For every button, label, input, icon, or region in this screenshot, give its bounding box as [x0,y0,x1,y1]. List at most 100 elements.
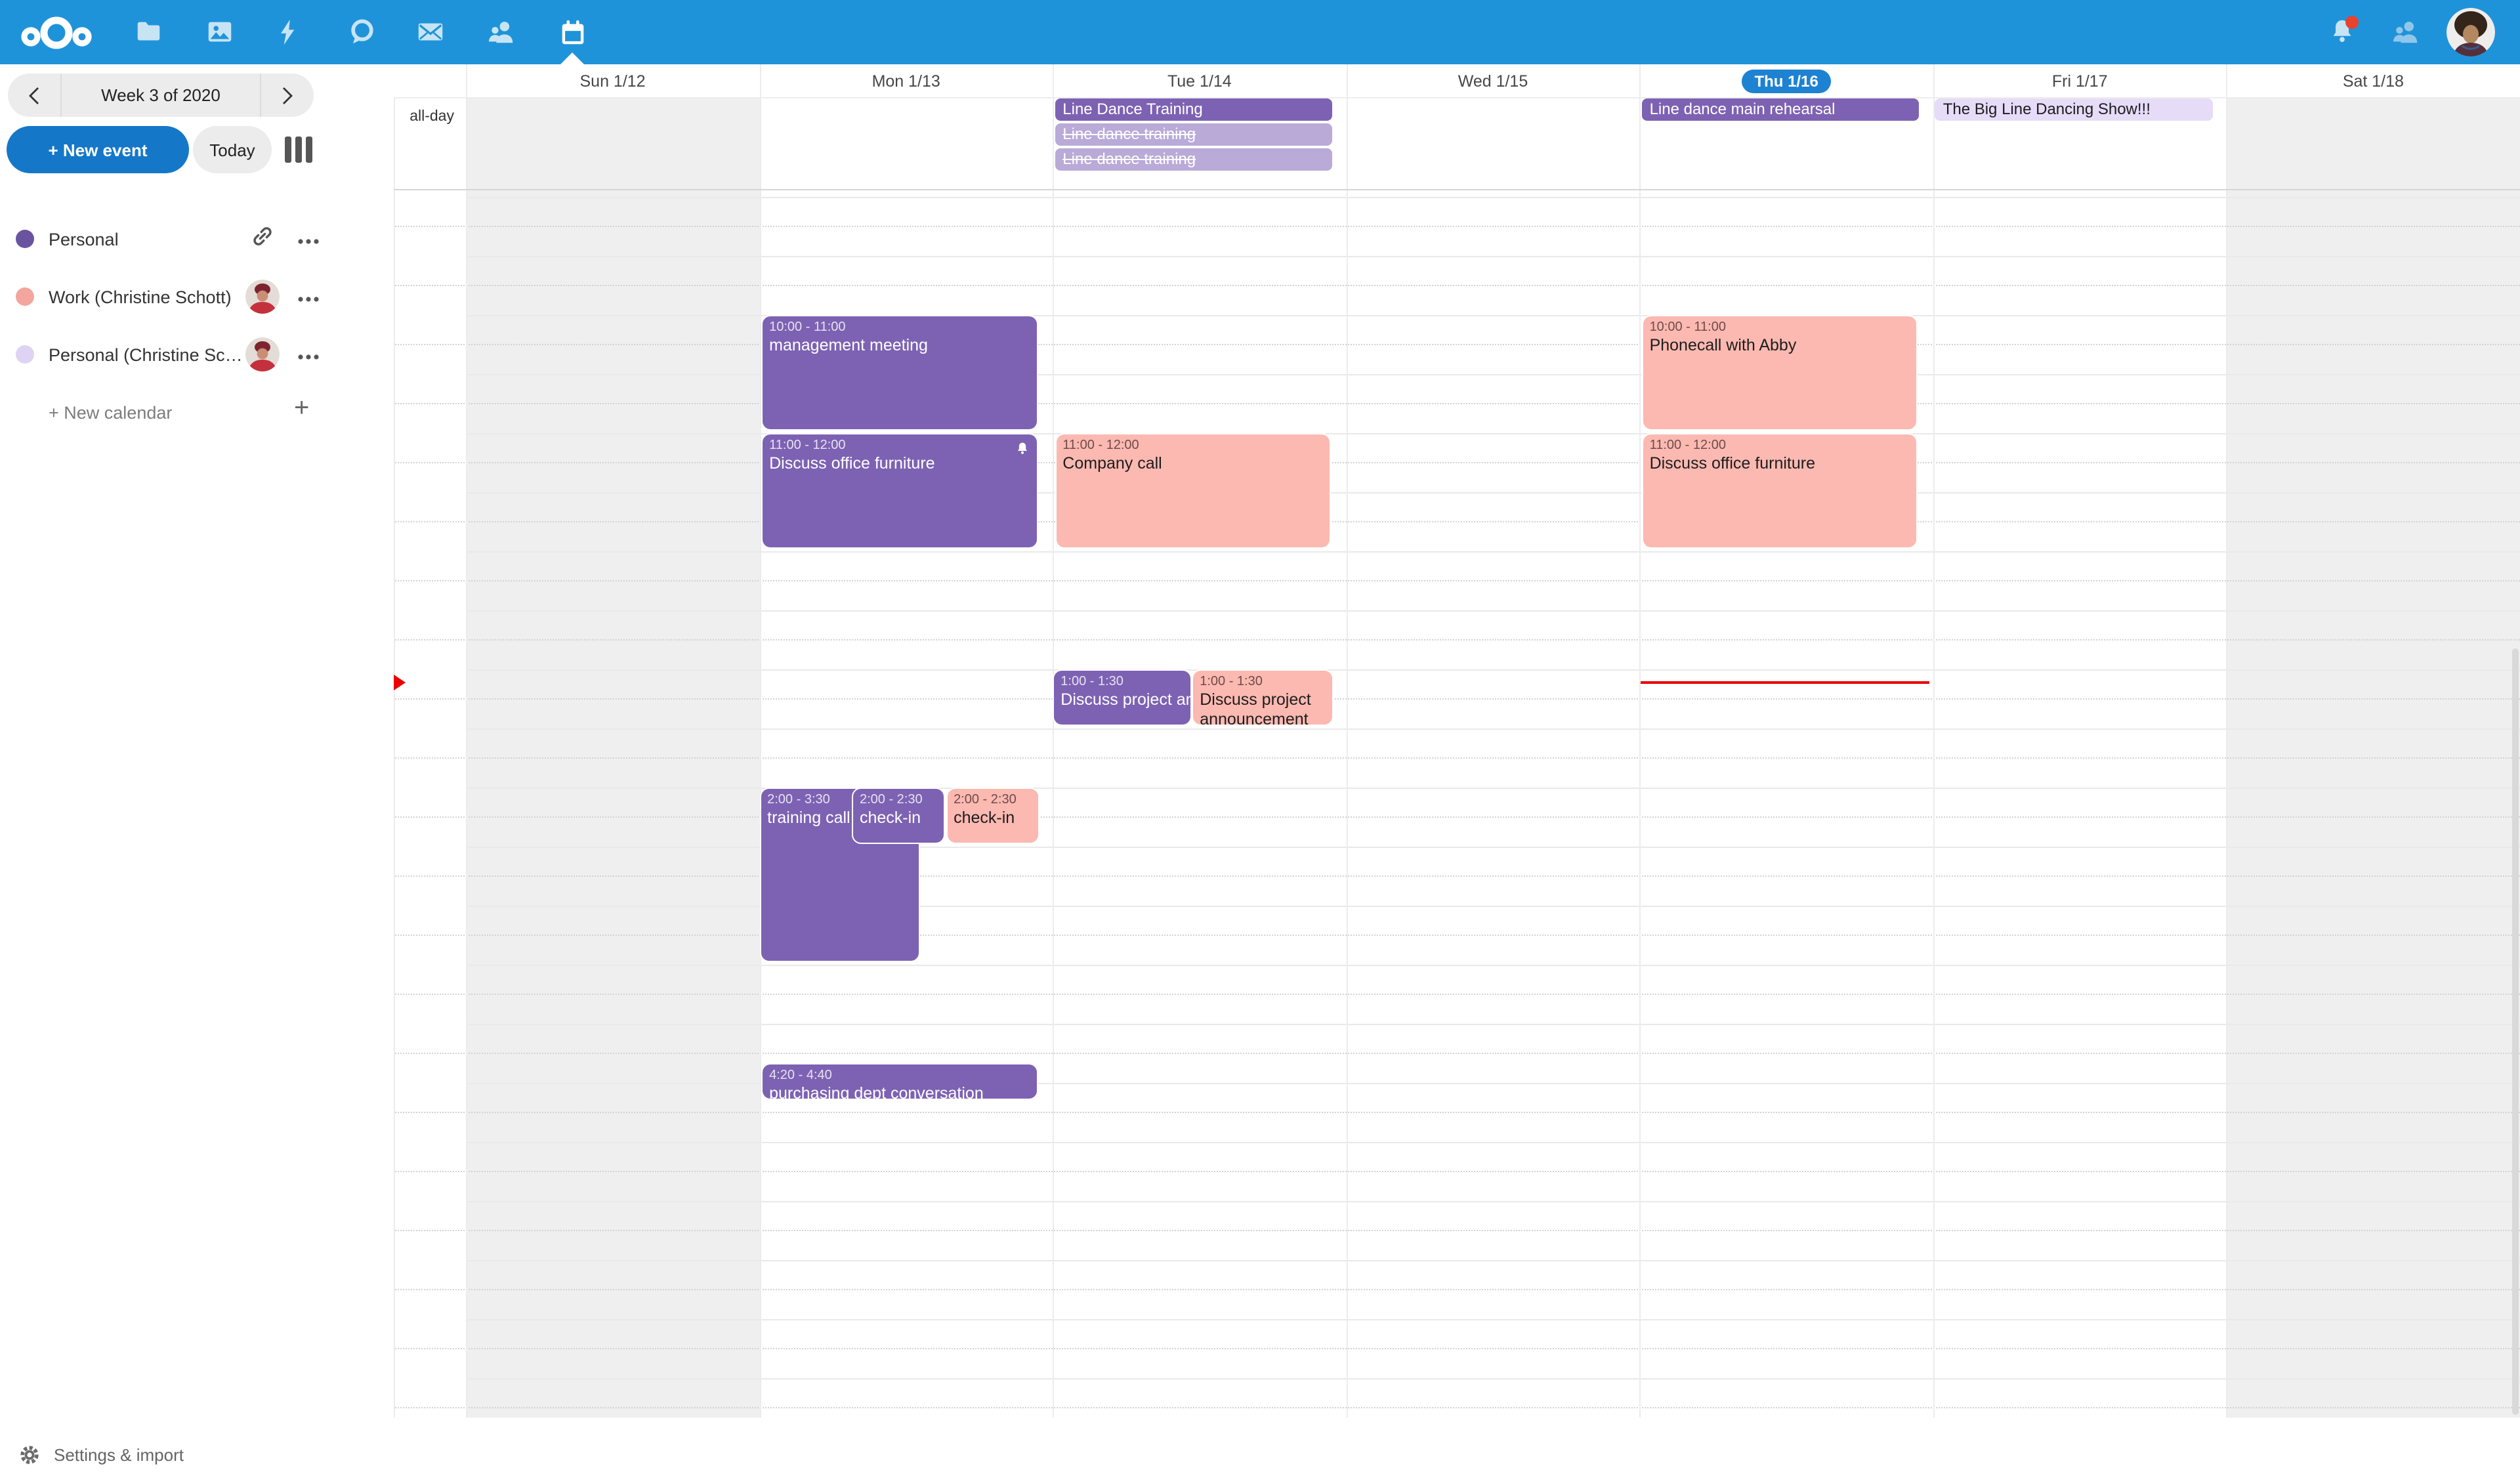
event-time: 11:00 - 12:00 [769,436,1030,453]
event-title: management meeting [769,335,1030,356]
contacts-menu-button[interactable] [2377,0,2435,64]
calendar-event[interactable]: 2:00 - 2:30 check-in [946,787,1039,843]
day-header-label: Sat 1/18 [2343,72,2404,90]
event-time: 4:20 - 4:40 [769,1066,1030,1084]
activity-app-button[interactable] [260,0,318,64]
event-title: Line dance main rehearsal [1650,100,1836,118]
previous-week-button[interactable] [8,74,60,117]
event-title: Line Dance Training [1062,100,1202,118]
allday-divider [394,189,2520,190]
event-title: check-in [860,808,937,828]
time-axis-label [394,432,454,461]
new-event-button[interactable]: + New event [7,126,189,173]
day-header[interactable]: Tue 1/14 [1053,64,1346,97]
week-label-button[interactable]: Week 3 of 2020 [60,74,261,117]
three-dots-icon [295,353,322,361]
day-header[interactable]: Mon 1/13 [759,64,1053,97]
calendar-name: Personal (Christine Schott) [49,345,243,364]
time-axis-label [394,1200,454,1229]
day-header[interactable]: Sat 1/18 [2227,64,2520,97]
today-button[interactable]: Today [193,126,272,173]
event-time: 10:00 - 11:00 [769,318,1030,335]
all-day-event[interactable]: Line dance main rehearsal [1642,98,1920,121]
time-axis-label [394,787,454,816]
share-link-icon[interactable] [249,222,276,255]
calendar-event[interactable]: 10:00 - 11:00 Phonecall with Abby [1642,314,1918,430]
day-header-label: Thu 1/16 [1741,69,1831,93]
contacts-people-icon [486,17,517,47]
files-app-button[interactable] [119,0,177,64]
day-header[interactable]: Wed 1/15 [1346,64,1639,97]
settings-button[interactable]: Settings & import [18,1435,184,1474]
weekend-column-shade-sunday [466,97,759,1418]
talk-bubble-icon [346,17,376,47]
calendar-color-dot [16,230,34,248]
next-week-button[interactable] [261,74,314,117]
time-axis-label [394,196,454,225]
all-day-event[interactable]: Line Dance Training [1055,98,1332,121]
all-day-event[interactable]: Line dance training [1055,123,1332,146]
calendar-event[interactable]: 11:00 - 12:00 Company call [1055,432,1331,548]
nextcloud-logo-icon [17,14,96,51]
calendar-event[interactable]: 10:00 - 11:00 management meeting [761,314,1038,430]
day-header[interactable]: Fri 1/17 [1933,64,2227,97]
calendar-color-dot [16,287,34,306]
new-calendar-label: + New calendar [49,402,172,422]
calendar-event[interactable]: 2:00 - 3:30 training call [759,787,919,961]
day-header-label: Wed 1/15 [1458,72,1528,90]
nextcloud-logo[interactable] [16,0,97,64]
calendar-event[interactable]: 1:00 - 1:30 Discuss project announcement [1192,669,1333,725]
time-axis-label [394,1023,454,1052]
view-mode-button[interactable] [285,135,312,164]
event-title: The Big Line Dancing Show!!! [1943,100,2151,118]
user-avatar-button[interactable] [2446,8,2495,56]
calendar-event[interactable]: 11:00 - 12:00 Discuss office furniture [1642,432,1918,548]
day-header[interactable]: Sun 1/12 [466,64,759,97]
calendar-menu-button[interactable] [294,286,323,310]
calendar-event[interactable]: 4:20 - 4:40 purchasing dept conversation [761,1063,1038,1099]
calendar-menu-button[interactable] [294,228,323,252]
time-axis-label [394,492,454,520]
three-dots-icon [295,295,322,303]
calendar-menu-button[interactable] [294,344,323,368]
event-time: 1:00 - 1:30 [1060,673,1184,690]
photos-app-button[interactable] [190,0,248,64]
event-time: 10:00 - 11:00 [1650,318,1910,335]
header-divider [394,97,2520,98]
top-navigation-bar [0,0,2520,64]
contacts-app-button[interactable] [472,0,530,64]
contacts-menu-icon [2390,17,2422,47]
active-app-indicator [560,53,584,64]
current-time-line [1641,681,1929,684]
time-axis-label [394,551,454,579]
time-axis-label [394,905,454,934]
lightning-icon [274,17,303,47]
calendar-event[interactable]: 2:00 - 2:30 check-in [852,787,945,843]
calendar-list-item[interactable]: Work (Christine Schott) [0,268,394,326]
day-header[interactable]: Thu 1/16 [1640,64,1933,97]
event-title: Company call [1062,453,1323,474]
calendar-list-item[interactable]: Personal (Christine Schott) [0,326,394,383]
new-calendar-button[interactable]: + New calendar + [0,383,394,441]
mail-app-button[interactable] [402,0,459,64]
all-day-event[interactable]: Line dance training [1055,148,1332,170]
calendar-list-item[interactable]: Personal [0,210,394,268]
talk-app-button[interactable] [332,0,390,64]
calendar-event[interactable]: 1:00 - 1:30 Discuss project announcement [1053,669,1192,725]
plus-icon: + [294,394,309,424]
all-day-label: all-day [394,102,454,131]
time-axis-label [394,314,454,343]
notifications-button[interactable] [2313,0,2370,64]
calendar-name: Work (Christine Schott) [49,287,232,306]
calendar-event[interactable]: 11:00 - 12:00 Discuss office furniture [761,432,1038,548]
event-time: 11:00 - 12:00 [1650,436,1910,453]
event-title: Discuss project announcement [1060,690,1184,710]
all-day-event[interactable]: The Big Line Dancing Show!!! [1935,98,2213,121]
event-title: Line dance training [1062,125,1196,143]
vertical-scrollbar[interactable] [2512,648,2519,1415]
calendar-icon [557,16,587,48]
event-title: Discuss office furniture [769,453,1030,474]
event-title: Phonecall with Abby [1650,335,1910,356]
time-axis-label [394,964,454,993]
event-time: 2:00 - 2:30 [954,791,1031,808]
